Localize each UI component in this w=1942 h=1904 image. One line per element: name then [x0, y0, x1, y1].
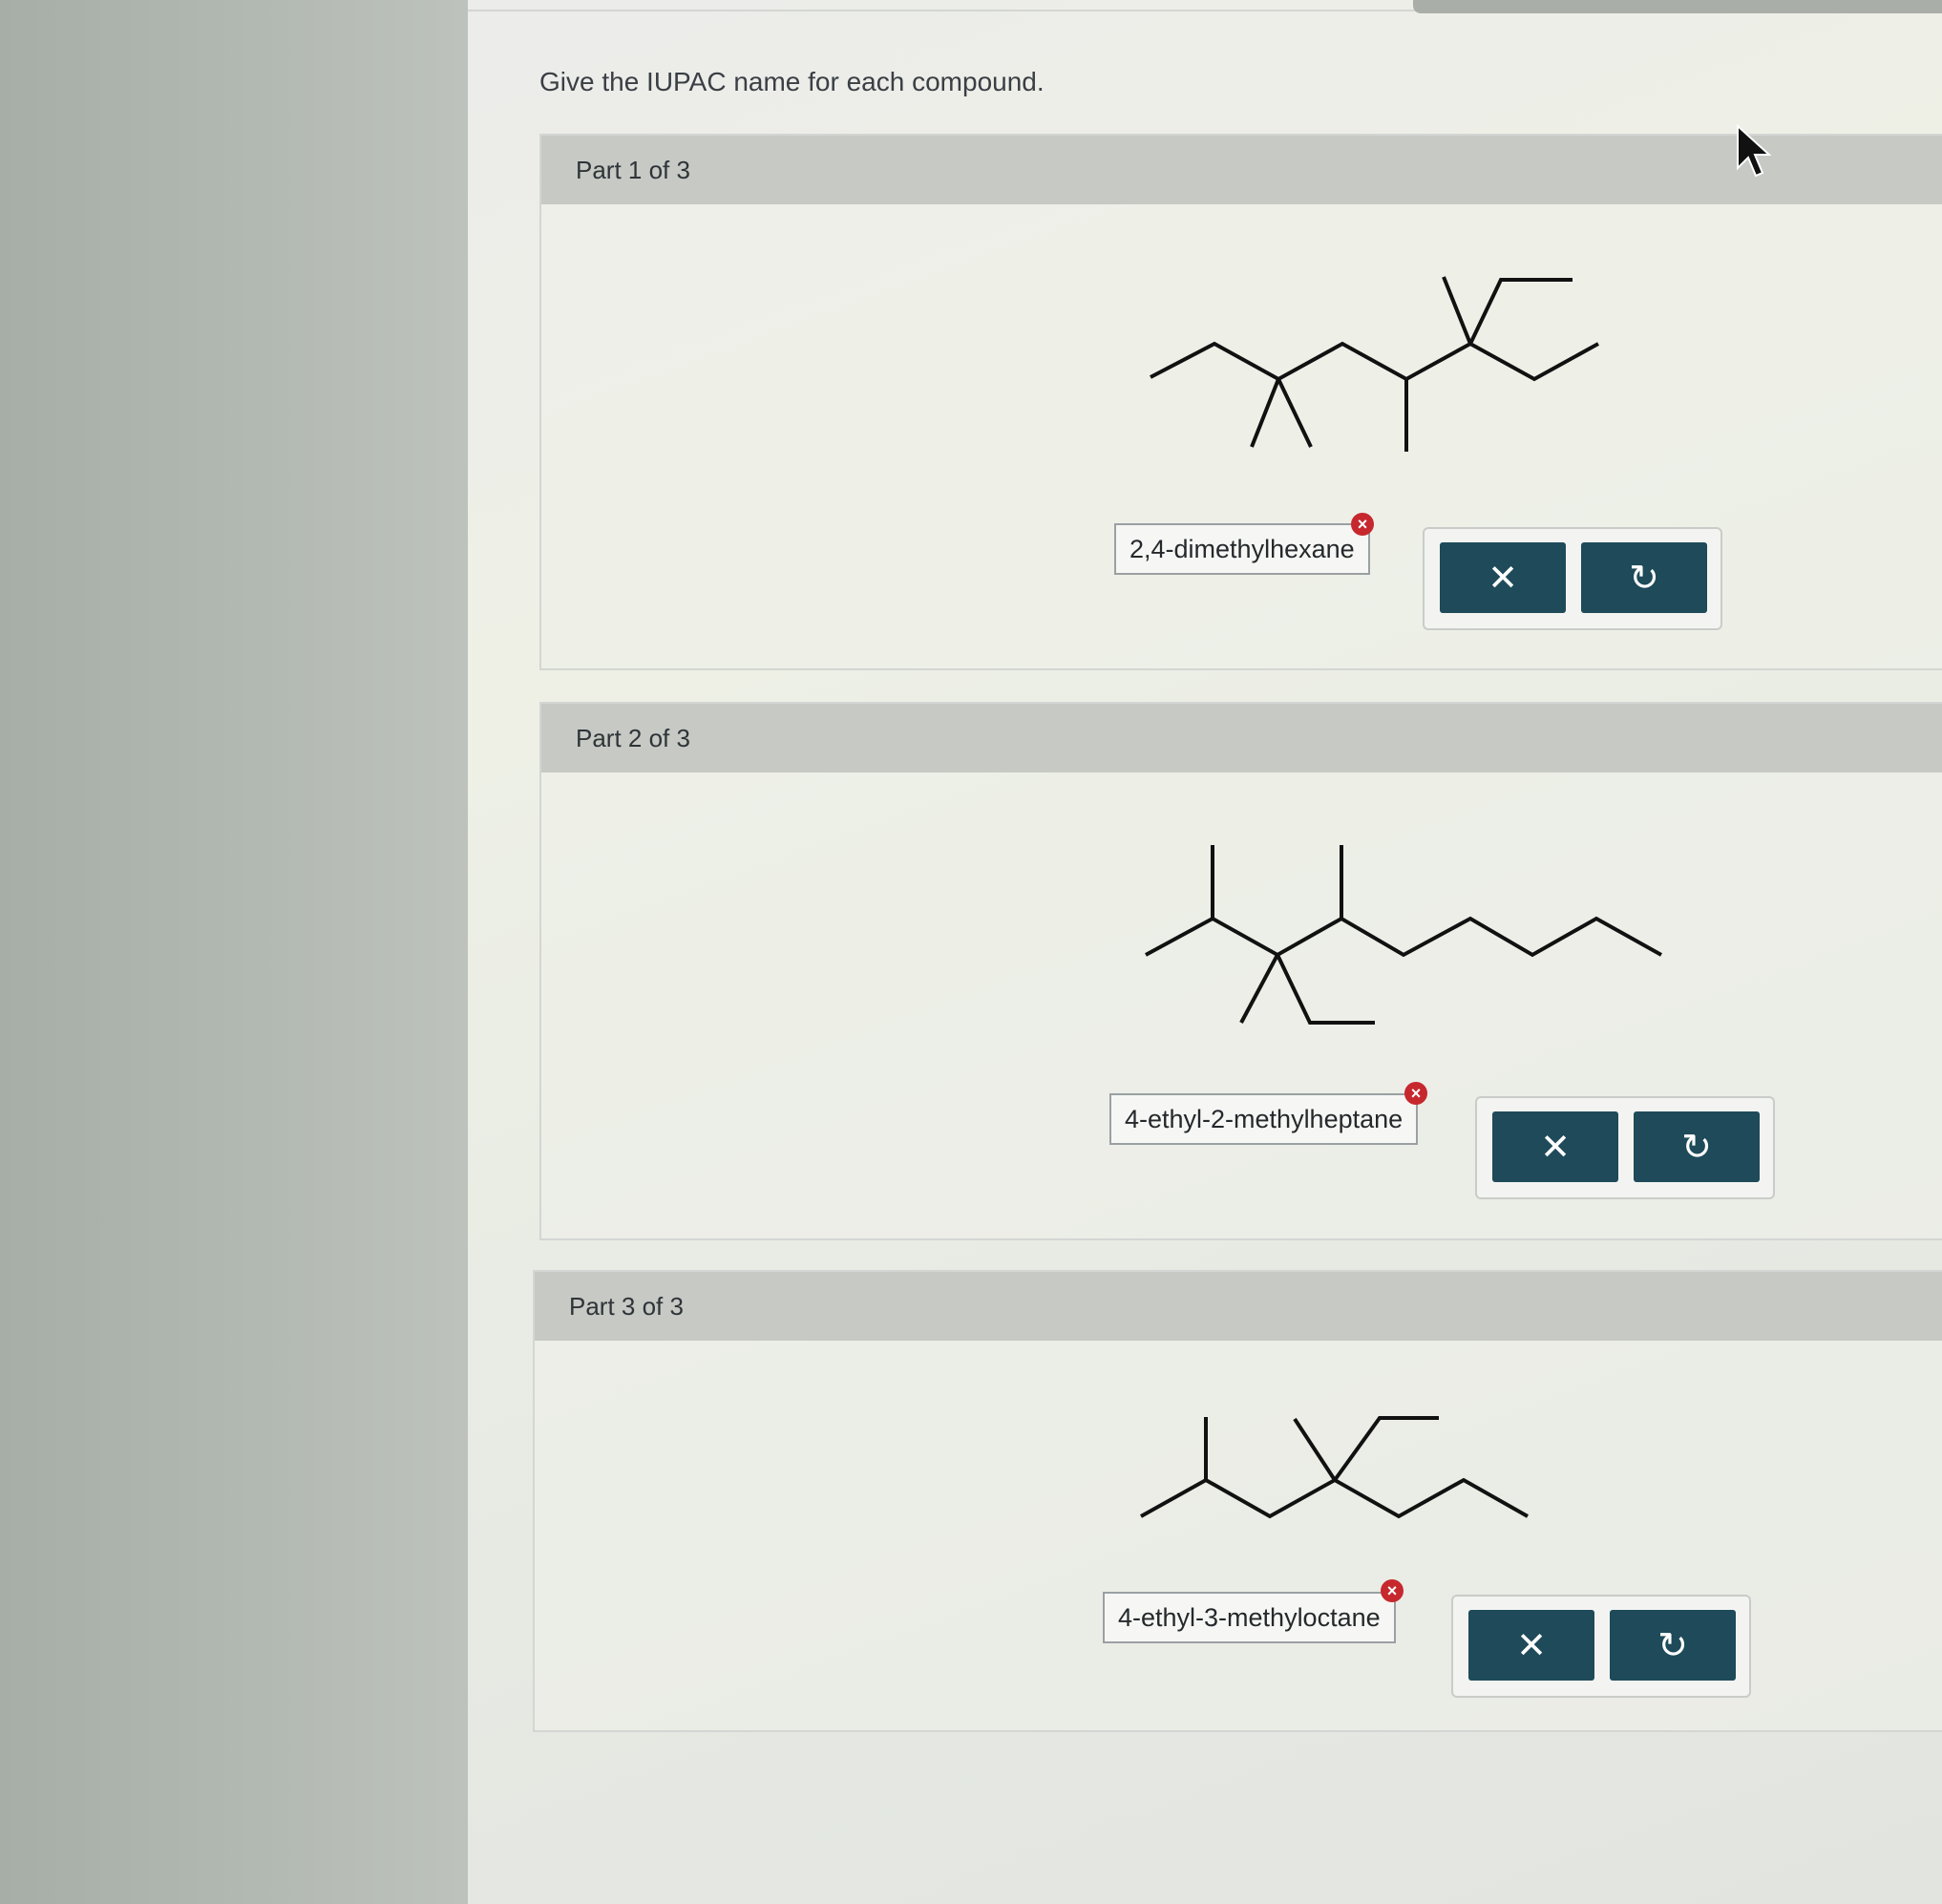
- part-3-main-chain: [1140, 1477, 1529, 1519]
- undo-icon: ↻: [1657, 1625, 1688, 1666]
- part-1-branch-d: [1442, 276, 1472, 345]
- part-2-error-icon: ×: [1404, 1082, 1427, 1105]
- part-3-error-icon: ×: [1381, 1579, 1404, 1602]
- close-icon: ✕: [1540, 1127, 1571, 1168]
- part-1-molecule-structure: [1150, 276, 1609, 463]
- part-2-answer-field[interactable]: 4-ethyl-2-methylheptane: [1109, 1093, 1419, 1145]
- part-2-clear-button[interactable]: ✕: [1492, 1111, 1618, 1182]
- part-1-undo-button[interactable]: ↻: [1581, 542, 1707, 613]
- part-3-answer-text: 4-ethyl-3-methyloctane: [1118, 1602, 1381, 1632]
- close-icon: ✕: [1488, 558, 1518, 599]
- part-2-header: Part 2 of 3: [541, 704, 1942, 772]
- part-2-ethyl-branch: [1276, 954, 1375, 1025]
- part-1-action-group: ✕ ↻: [1423, 527, 1722, 630]
- part-2-answer-text: 4-ethyl-2-methylheptane: [1125, 1104, 1404, 1133]
- part-3-header: Part 3 of 3: [535, 1272, 1942, 1341]
- part-1-answer-text: 2,4-dimethylhexane: [1129, 534, 1355, 563]
- part-2-main-chain: [1145, 916, 1662, 958]
- part-2-branch-c: [1239, 954, 1279, 1024]
- mouse-pointer-icon: [1736, 123, 1774, 186]
- part-1-answer-field[interactable]: 2,4-dimethylhexane: [1114, 523, 1370, 575]
- part-3-action-group: ✕ ↻: [1451, 1595, 1751, 1698]
- part-1-error-icon: ×: [1351, 513, 1374, 536]
- part-3-branch-b: [1293, 1417, 1337, 1482]
- part-3-undo-button[interactable]: ↻: [1610, 1610, 1736, 1681]
- top-tab: [1413, 0, 1942, 13]
- part-2-skeletal-formula: [1145, 845, 1662, 1025]
- undo-icon: ↻: [1681, 1127, 1712, 1168]
- close-icon: ✕: [1516, 1625, 1547, 1666]
- part-1-header: Part 1 of 3: [541, 136, 1942, 204]
- question-instructions: Give the IUPAC name for each compound.: [539, 67, 1045, 96]
- part-2-action-group: ✕ ↻: [1475, 1096, 1775, 1199]
- part-1-main-chain: [1150, 341, 1599, 382]
- question-page: Give the IUPAC name for each compound. P…: [468, 0, 1942, 1904]
- part-3-clear-button[interactable]: ✕: [1468, 1610, 1594, 1681]
- part-1-skeletal-formula: [1150, 276, 1599, 452]
- part-1-clear-button[interactable]: ✕: [1440, 542, 1566, 613]
- part-1-branch-b: [1277, 378, 1313, 448]
- part-3-ethyl-branch: [1333, 1416, 1439, 1482]
- left-gutter: [0, 0, 468, 1904]
- part-1-ethyl-branch: [1468, 278, 1573, 345]
- part-2-molecule-structure: [1145, 845, 1662, 1031]
- undo-icon: ↻: [1629, 558, 1659, 599]
- part-3-molecule-structure: [1140, 1413, 1542, 1533]
- part-1-branch-a: [1250, 378, 1280, 448]
- part-2-undo-button[interactable]: ↻: [1634, 1111, 1760, 1182]
- part-3-answer-field[interactable]: 4-ethyl-3-methyloctane: [1103, 1592, 1396, 1643]
- part-3-skeletal-formula: [1140, 1416, 1529, 1519]
